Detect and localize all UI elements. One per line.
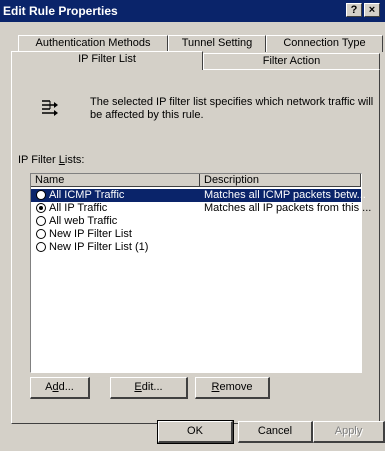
tab-filter-action[interactable]: Filter Action bbox=[203, 53, 380, 70]
tab-ip-filter-list[interactable]: IP Filter List bbox=[11, 51, 203, 70]
list-item-name: All ICMP Traffic bbox=[49, 189, 125, 201]
list-item-name: All IP Traffic bbox=[49, 202, 108, 214]
close-button[interactable]: × bbox=[364, 3, 380, 17]
help-button[interactable]: ? bbox=[346, 3, 362, 17]
list-item-name: All web Traffic bbox=[49, 215, 118, 227]
title-bar: Edit Rule Properties ? × bbox=[0, 0, 385, 22]
tab-authentication-methods[interactable]: Authentication Methods bbox=[18, 35, 168, 52]
radio-unchecked-icon[interactable] bbox=[36, 229, 46, 239]
edit-button[interactable]: Edit... bbox=[110, 377, 188, 399]
radio-unchecked-icon[interactable] bbox=[36, 242, 46, 252]
filter-list-icon bbox=[42, 100, 58, 116]
apply-button[interactable]: Apply bbox=[313, 421, 385, 443]
list-header: Name Description bbox=[31, 174, 361, 187]
list-item[interactable]: All web Traffic bbox=[31, 215, 361, 228]
remove-label-post: emove bbox=[219, 381, 253, 393]
remove-button[interactable]: Remove bbox=[195, 377, 270, 399]
cancel-button[interactable]: Cancel bbox=[238, 421, 313, 443]
edit-label-post: dit... bbox=[141, 381, 163, 393]
column-header-name[interactable]: Name bbox=[31, 174, 200, 187]
tab-connection-type[interactable]: Connection Type bbox=[266, 35, 383, 52]
radio-checked-icon[interactable] bbox=[36, 203, 46, 213]
lists-label-post: ists: bbox=[64, 154, 85, 166]
radio-unchecked-icon[interactable] bbox=[36, 216, 46, 226]
list-item[interactable]: All ICMP Traffic Matches all ICMP packets… bbox=[31, 189, 366, 202]
radio-unchecked-icon[interactable] bbox=[36, 190, 46, 200]
add-button[interactable]: Add... bbox=[30, 377, 90, 399]
list-item[interactable]: All IP Traffic Matches all IP packets fro… bbox=[31, 202, 371, 215]
window-title: Edit Rule Properties bbox=[3, 4, 118, 18]
list-item[interactable]: New IP Filter List (1) bbox=[31, 241, 361, 254]
ip-filter-list-box[interactable]: Name Description All ICMP Traffic Matches… bbox=[30, 173, 371, 373]
tab-panel: The selected IP filter list specifies wh… bbox=[11, 69, 380, 424]
add-label-post: d... bbox=[58, 381, 74, 393]
dialog-window: Edit Rule Properties ? × Authentication … bbox=[0, 0, 385, 451]
info-text: The selected IP filter list specifies wh… bbox=[90, 96, 374, 121]
lists-label-pre: IP Filter bbox=[18, 154, 59, 166]
list-item-name: New IP Filter List bbox=[49, 228, 132, 240]
tab-tunnel-setting[interactable]: Tunnel Setting bbox=[168, 35, 266, 52]
list-item-name: New IP Filter List (1) bbox=[49, 241, 149, 253]
ip-filter-lists-label: IP Filter Lists: bbox=[18, 154, 84, 166]
list-item-description: Matches all IP packets from this ... bbox=[204, 202, 372, 214]
list-item-description: Matches all ICMP packets betw... bbox=[204, 189, 366, 201]
ok-button[interactable]: OK bbox=[157, 420, 234, 444]
edit-label-hotkey: E bbox=[134, 381, 142, 393]
column-header-description[interactable]: Description bbox=[200, 174, 361, 187]
list-item[interactable]: New IP Filter List bbox=[31, 228, 361, 241]
